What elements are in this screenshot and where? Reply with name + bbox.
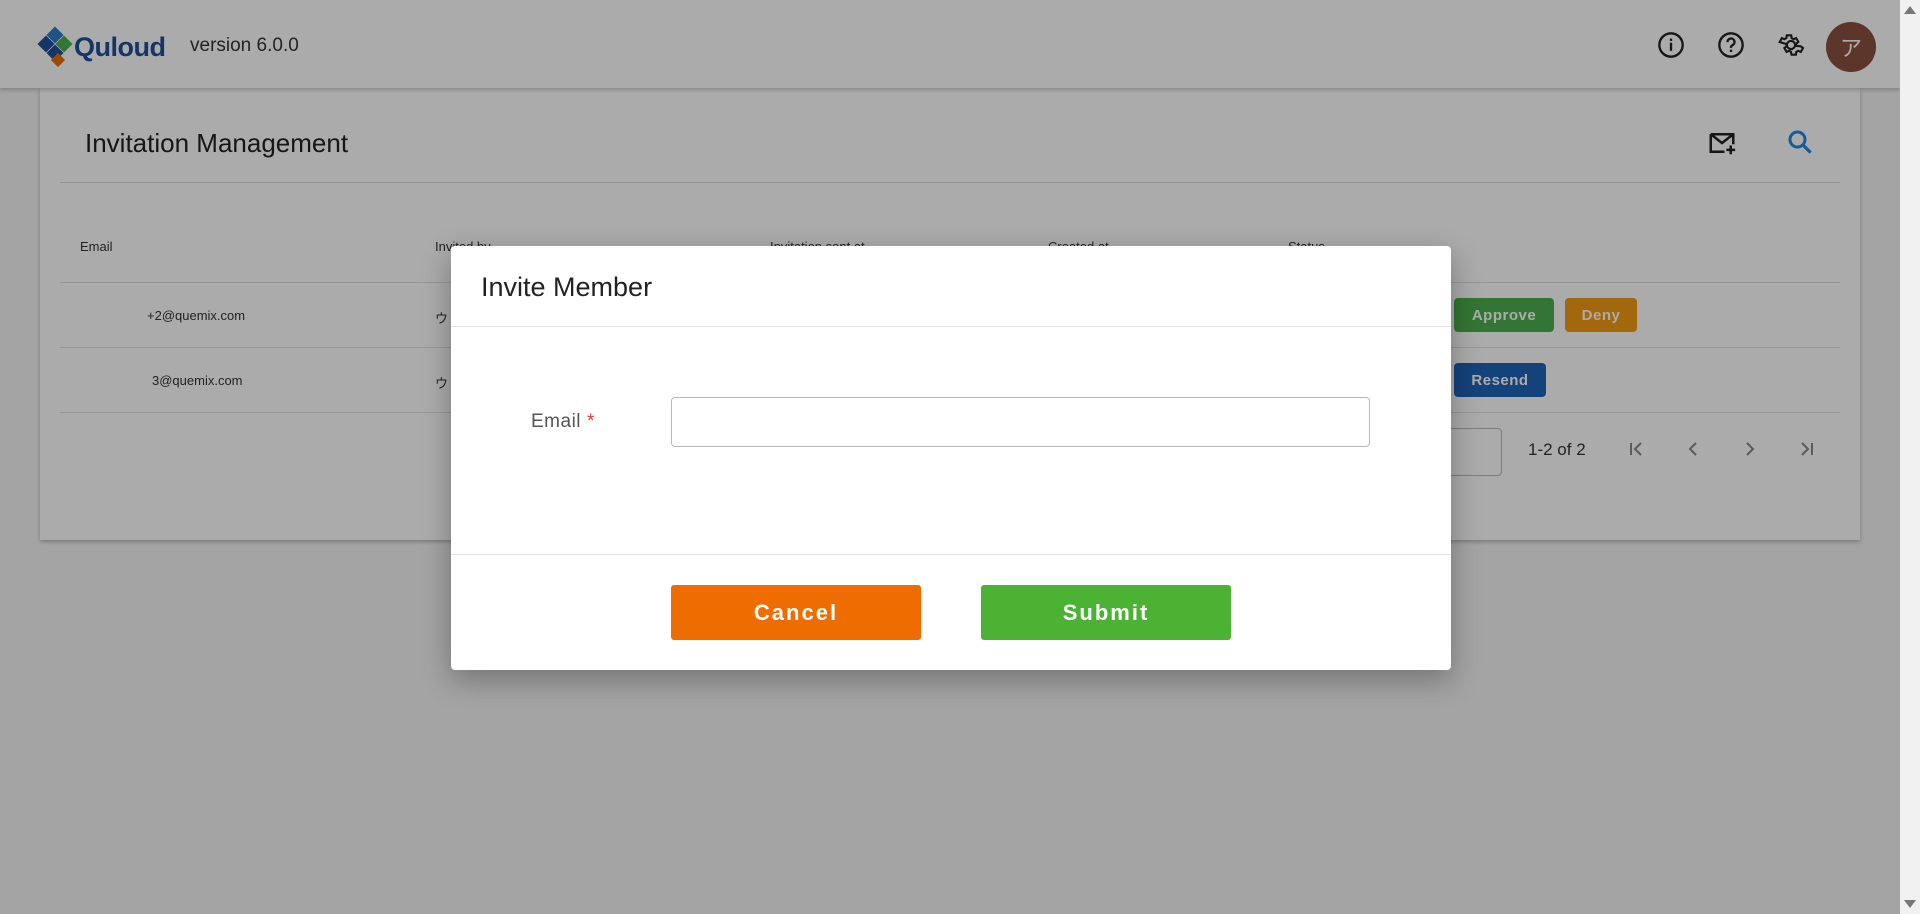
invite-member-dialog: Invite Member Email * Cancel Submit	[451, 246, 1451, 670]
email-label-text: Email	[531, 411, 582, 432]
page-scrollbar[interactable]	[1900, 0, 1920, 914]
email-input[interactable]	[671, 397, 1370, 447]
required-asterisk: *	[587, 411, 595, 432]
submit-button[interactable]: Submit	[981, 585, 1231, 640]
scroll-down-icon[interactable]	[1904, 900, 1916, 908]
dialog-header-divider	[451, 326, 1451, 327]
scroll-up-icon[interactable]	[1904, 6, 1916, 14]
dialog-footer-divider	[451, 554, 1451, 555]
dialog-title: Invite Member	[481, 272, 653, 302]
email-label: Email *	[531, 411, 595, 433]
cancel-button[interactable]: Cancel	[671, 585, 921, 640]
